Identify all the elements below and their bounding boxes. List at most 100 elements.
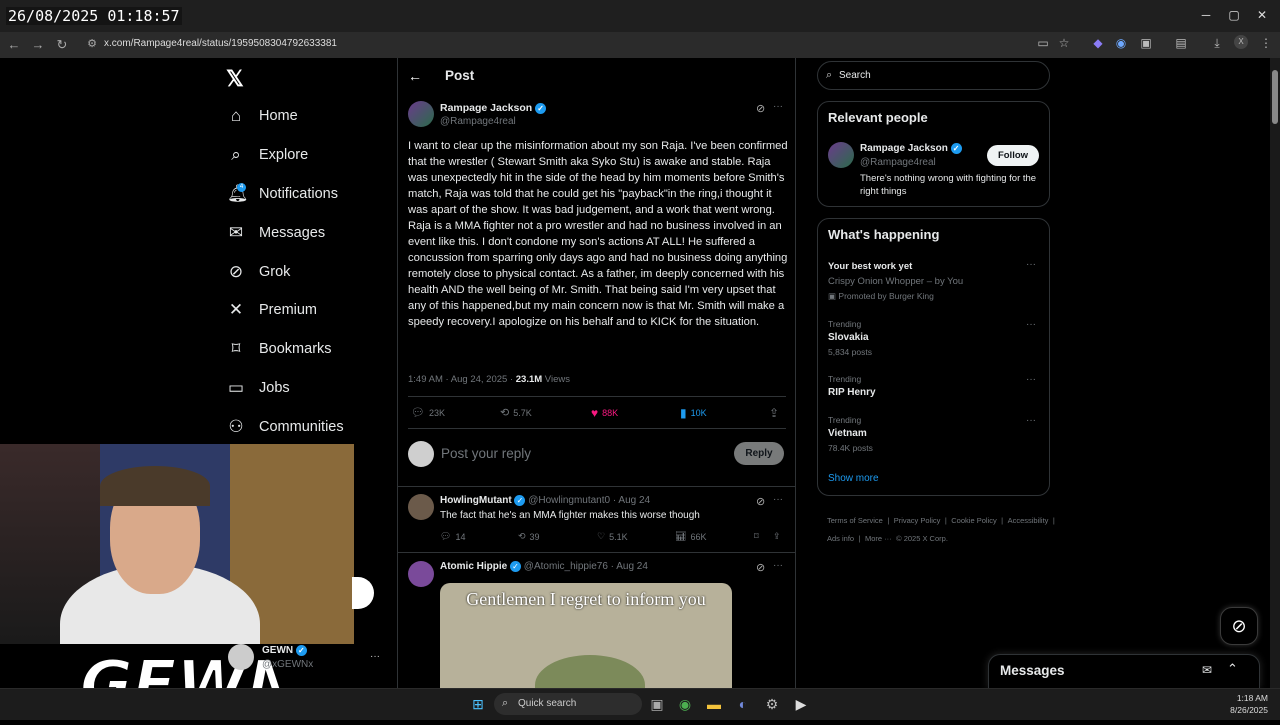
- person-name[interactable]: Rampage Jackson ✓: [860, 143, 962, 154]
- briefcase-icon: ▭: [227, 378, 245, 397]
- bookmark-action[interactable]: ⌑: [754, 531, 759, 542]
- like-action[interactable]: ♡ 5.1K: [597, 531, 628, 542]
- divider: [408, 428, 786, 429]
- author-handle[interactable]: @Rampage4real: [440, 116, 516, 127]
- like-action[interactable]: ♥ 88K: [591, 406, 618, 420]
- reply-avatar[interactable]: [408, 494, 434, 520]
- repost-action[interactable]: ⟲ 39: [518, 531, 540, 542]
- sidepanel-icon[interactable]: ▤: [1173, 36, 1189, 50]
- chrome-icon[interactable]: ◉: [675, 694, 695, 714]
- search-input[interactable]: Search: [817, 61, 1050, 90]
- grok-fab-icon[interactable]: ⊘: [1220, 607, 1258, 645]
- meme-image[interactable]: Gentlemen I regret to inform you: [440, 583, 732, 688]
- minimize-button[interactable]: ─: [1196, 8, 1216, 22]
- audio-icon[interactable]: ◉: [1113, 36, 1129, 50]
- more-options-icon[interactable]: ···: [773, 560, 783, 571]
- reply-avatar[interactable]: [408, 561, 434, 587]
- account-avatar[interactable]: [228, 644, 254, 670]
- trend-title[interactable]: Slovakia: [828, 332, 869, 343]
- expand-icon[interactable]: ⌃: [1227, 661, 1238, 677]
- more-options-icon[interactable]: ···: [773, 494, 783, 505]
- nav-communities[interactable]: ⚇ Communities: [227, 417, 343, 437]
- reload-icon[interactable]: ↻: [54, 37, 70, 53]
- cast-icon[interactable]: ▭: [1035, 36, 1051, 50]
- person-handle[interactable]: @Rampage4real: [860, 157, 936, 168]
- maximize-button[interactable]: ▢: [1224, 8, 1244, 22]
- reply-button[interactable]: Reply: [734, 442, 784, 465]
- follow-button[interactable]: Follow: [987, 145, 1039, 166]
- site-info-icon[interactable]: ⚙: [84, 37, 100, 50]
- nav-messages[interactable]: ✉ Messages: [227, 223, 325, 243]
- trend-title[interactable]: RIP Henry: [828, 387, 876, 398]
- author-name[interactable]: Rampage Jackson ✓: [440, 102, 547, 114]
- back-arrow-icon[interactable]: ←: [6, 37, 22, 52]
- star-icon[interactable]: ☆: [1056, 36, 1072, 50]
- scrollbar[interactable]: [1270, 58, 1280, 688]
- more-options-icon[interactable]: ···: [1026, 259, 1036, 270]
- more-options-icon[interactable]: ···: [1026, 374, 1036, 385]
- reply-action[interactable]: 💬︎ 23K: [411, 406, 445, 419]
- more-options-icon[interactable]: ···: [773, 101, 783, 112]
- menu-icon[interactable]: ⋮: [1258, 36, 1274, 50]
- streamer-hair: [100, 466, 210, 506]
- repost-action[interactable]: ⟲ 5.7K: [500, 406, 532, 419]
- taskbar-time[interactable]: 1:18 AM: [1234, 693, 1268, 703]
- messages-drawer-title[interactable]: Messages: [1000, 663, 1065, 678]
- taskbar-date[interactable]: 8/26/2025: [1222, 705, 1268, 715]
- person-avatar[interactable]: [828, 142, 854, 168]
- more-options-icon[interactable]: ···: [1026, 415, 1036, 426]
- divider: [408, 396, 786, 397]
- windows-start-icon[interactable]: ⊞: [468, 694, 488, 714]
- puzzle-icon[interactable]: ▣: [1138, 36, 1154, 50]
- x-logo[interactable]: 𝕏: [226, 66, 244, 92]
- x-icon: ✕: [228, 300, 244, 319]
- account-name[interactable]: GEWN ✓: [262, 645, 307, 656]
- nav-home[interactable]: ⌂ Home: [227, 106, 298, 126]
- author-avatar[interactable]: [408, 101, 434, 127]
- reply-input[interactable]: Post your reply: [441, 446, 531, 461]
- task-view-icon[interactable]: ▣: [647, 694, 667, 714]
- trend-title[interactable]: Vietnam: [828, 428, 867, 439]
- close-window-button[interactable]: ✕: [1252, 8, 1272, 22]
- grok-explain-icon[interactable]: ⊘: [756, 495, 765, 508]
- discord-icon[interactable]: ◐: [733, 694, 753, 714]
- back-arrow-icon[interactable]: ←: [408, 68, 422, 84]
- nav-grok[interactable]: ⊘ Grok: [227, 262, 291, 282]
- repost-icon: ⟲: [500, 407, 510, 419]
- verified-badge-icon: ✓: [535, 102, 547, 114]
- bookmark-action[interactable]: ▮ 10K: [680, 406, 707, 420]
- chart-icon: 📊︎: [675, 531, 687, 541]
- search-icon: ⌕: [826, 69, 833, 81]
- reply-action[interactable]: 💬︎ 14: [440, 531, 465, 542]
- extension-icon[interactable]: ◆: [1090, 36, 1106, 50]
- url-field[interactable]: x.com/Rampage4real/status/19595083047926…: [104, 38, 337, 49]
- more-options-icon[interactable]: ···: [1026, 319, 1036, 330]
- reply-header: HowlingMutant ✓ @Howlingmutant0 · Aug 24: [440, 495, 651, 507]
- promo-title[interactable]: Your best work yet: [828, 261, 912, 272]
- nav-premium[interactable]: ✕ Premium: [227, 300, 317, 320]
- account-more-icon[interactable]: ···: [370, 651, 380, 662]
- grok-explain-icon[interactable]: ⊘: [756, 561, 765, 574]
- show-more-link[interactable]: Show more: [828, 473, 879, 484]
- heart-icon: ♥: [591, 406, 599, 420]
- profile-avatar[interactable]: X: [1234, 35, 1248, 49]
- settings-icon[interactable]: ⚙: [762, 694, 782, 714]
- new-message-icon[interactable]: ✉: [1202, 663, 1212, 677]
- media-player-icon[interactable]: ▶: [791, 694, 811, 714]
- file-explorer-icon[interactable]: ▬: [704, 694, 724, 714]
- promo-subtitle[interactable]: Crispy Onion Whopper – by You: [828, 276, 963, 287]
- grok-explain-icon[interactable]: ⊘: [756, 102, 765, 115]
- share-action[interactable]: ⇪: [769, 406, 779, 420]
- views-action[interactable]: 📊︎ 66K: [675, 531, 706, 542]
- nav-explore[interactable]: ⌕ Explore: [227, 145, 308, 165]
- scrollbar-thumb[interactable]: [1272, 70, 1278, 124]
- download-icon[interactable]: ⤓: [1209, 36, 1225, 51]
- trend-count: 78.4K posts: [828, 443, 873, 453]
- reply-text: The fact that he's an MMA fighter makes …: [440, 510, 700, 521]
- relevant-people-title: Relevant people: [828, 110, 928, 125]
- share-action[interactable]: ⇪: [773, 531, 781, 542]
- account-handle[interactable]: @xGEWNx: [262, 659, 313, 670]
- nav-bookmarks[interactable]: ⌑ Bookmarks: [227, 339, 332, 359]
- nav-jobs[interactable]: ▭ Jobs: [227, 378, 290, 398]
- forward-arrow-icon[interactable]: →: [30, 37, 46, 52]
